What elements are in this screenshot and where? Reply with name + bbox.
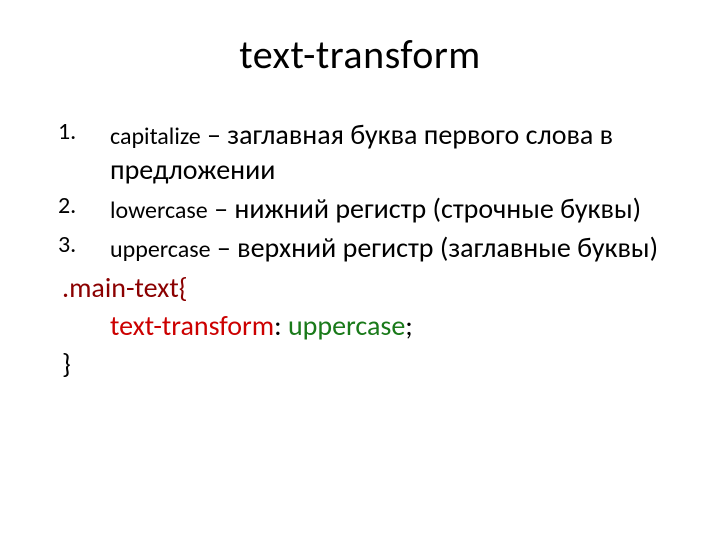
term: lowercase [110,196,208,225]
slide-title: text-transform [40,30,680,79]
term: uppercase [110,235,211,264]
list-item: lowercase – нижний регистр (строчные бук… [40,191,680,226]
code-declaration-line: text-transform: uppercase; [40,307,680,345]
term-description: – нижний регистр (строчные буквы) [208,191,641,226]
term: capitalize [110,122,201,151]
term-description: – верхний регистр (заглавные буквы) [211,230,659,265]
css-semicolon: ; [405,308,413,343]
code-selector-line: .main-text{ [40,269,680,307]
code-example: .main-text{ text-transform: uppercase; } [40,269,680,382]
css-property: text-transform [110,308,274,343]
definition-list: capitalize – заглавная буква первого сло… [40,117,680,265]
list-item: capitalize – заглавная буква первого сло… [40,117,680,187]
css-value: uppercase [288,308,405,343]
list-item: uppercase – верхний регистр (заглавные б… [40,230,680,265]
css-colon: : [274,308,288,343]
code-close-line: } [40,345,680,383]
